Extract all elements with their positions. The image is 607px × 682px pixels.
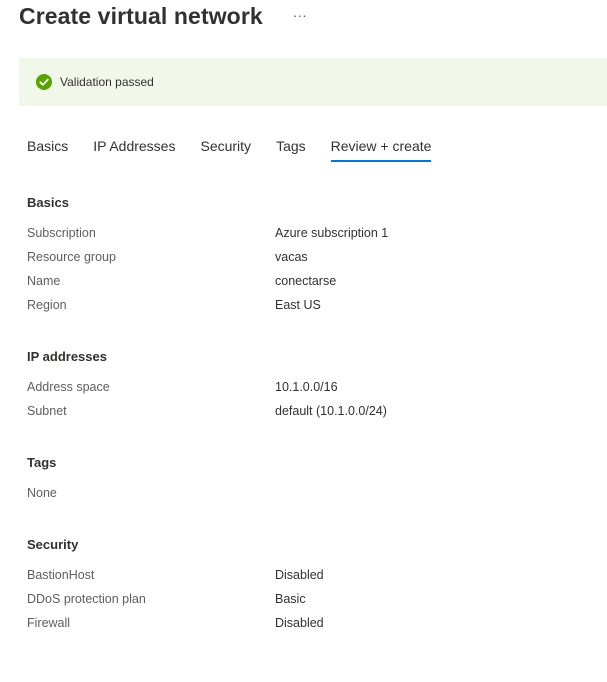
summary-key: BastionHost: [27, 568, 95, 582]
summary-value: Basic: [275, 592, 306, 606]
tab-security[interactable]: Security: [200, 137, 251, 163]
summary-row: BastionHost Disabled: [27, 563, 324, 587]
summary-key: Firewall: [27, 616, 71, 630]
summary-row: DDoS protection plan Basic: [27, 587, 324, 611]
ip-addresses-section: IP addresses Address space 10.1.0.0/16 S…: [27, 347, 387, 423]
tab-review-create[interactable]: Review + create: [330, 137, 431, 163]
summary-row: Name conectarse: [27, 269, 388, 293]
basics-section: Basics Subscription Azure subscription 1…: [27, 193, 388, 317]
tags-section: Tags None: [27, 453, 57, 505]
summary-key: Subscription: [27, 226, 96, 240]
summary-row: Firewall Disabled: [27, 611, 324, 635]
summary-value: default (10.1.0.0/24): [275, 404, 387, 418]
summary-row: Address space 10.1.0.0/16: [27, 375, 387, 399]
section-title-ip-addresses: IP addresses: [27, 349, 107, 364]
summary-key: Name: [27, 274, 61, 288]
summary-value: Disabled: [275, 568, 324, 582]
more-options-button[interactable]: ···: [289, 8, 311, 22]
summary-key: Subnet: [27, 404, 67, 418]
summary-key: Region: [27, 298, 67, 312]
summary-row: Subscription Azure subscription 1: [27, 221, 388, 245]
section-title-tags: Tags: [27, 455, 57, 470]
summary-value: East US: [275, 298, 321, 312]
summary-value: 10.1.0.0/16: [275, 380, 338, 394]
check-circle-icon: [36, 74, 52, 90]
validation-message: Validation passed: [60, 75, 154, 89]
page-header: Create virtual network ···: [19, 3, 311, 30]
summary-row: Region East US: [27, 293, 388, 317]
summary-key: Resource group: [27, 250, 116, 264]
summary-value: Azure subscription 1: [275, 226, 389, 240]
security-section: Security BastionHost Disabled DDoS prote…: [27, 535, 324, 635]
summary-key: Address space: [27, 380, 110, 394]
section-title-basics: Basics: [27, 195, 69, 210]
tab-basics[interactable]: Basics: [27, 137, 68, 163]
summary-key: DDoS protection plan: [27, 592, 146, 606]
section-title-security: Security: [27, 537, 79, 552]
validation-banner: Validation passed: [19, 58, 607, 106]
summary-value: Disabled: [275, 616, 324, 630]
page-title: Create virtual network: [19, 3, 263, 29]
summary-row: Resource group vacas: [27, 245, 388, 269]
tab-tags[interactable]: Tags: [276, 137, 306, 163]
summary-value: vacas: [275, 250, 308, 264]
summary-row: Subnet default (10.1.0.0/24): [27, 399, 387, 423]
tags-value: None: [27, 486, 57, 500]
wizard-tabs: Basics IP Addresses Security Tags Review…: [27, 137, 456, 163]
tab-ip-addresses[interactable]: IP Addresses: [93, 137, 175, 163]
summary-value: conectarse: [275, 274, 337, 288]
